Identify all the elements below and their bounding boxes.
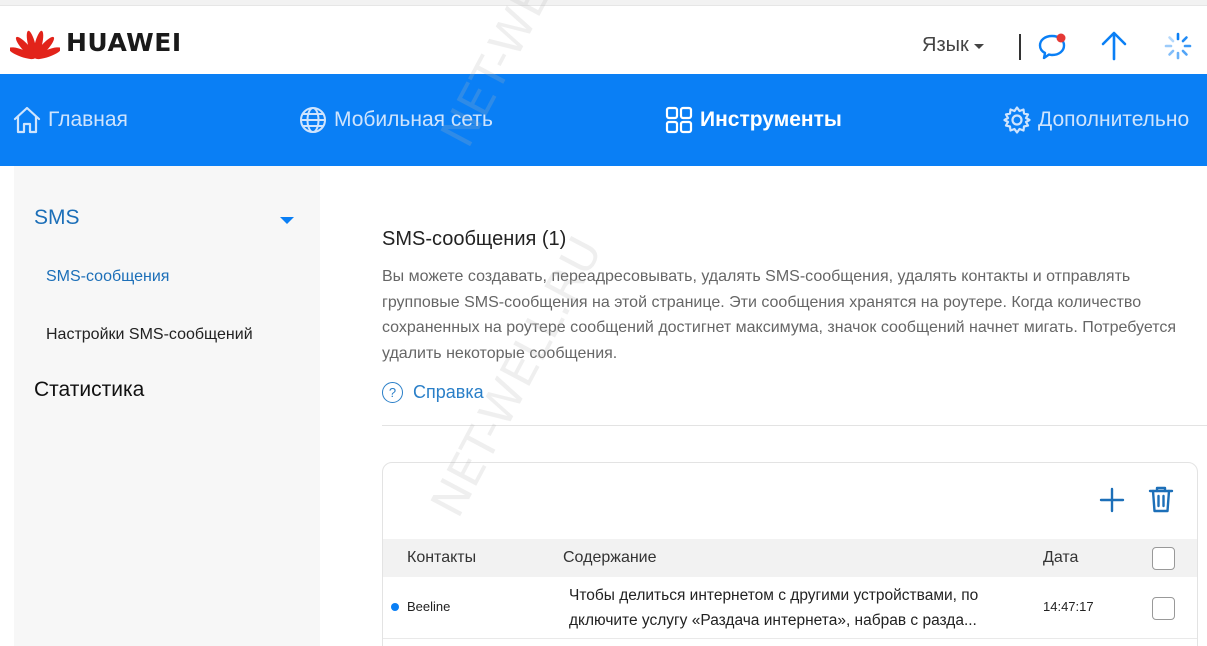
- nav-item-tools[interactable]: Инструменты: [664, 104, 842, 136]
- row-contact: Beeline: [407, 599, 451, 614]
- sidebar-item-sms-settings[interactable]: Настройки SMS-сообщений: [46, 326, 253, 344]
- sidebar-item-sms-messages[interactable]: SMS-сообщения: [46, 268, 169, 286]
- main-content: SMS-сообщения (1) Вы можете создавать, п…: [382, 166, 1207, 646]
- column-header-date[interactable]: Дата: [1043, 549, 1078, 567]
- row-checkbox[interactable]: [1152, 597, 1175, 620]
- row-content-line: Чтобы делиться интернетом с другими устр…: [569, 587, 979, 604]
- page-description: Вы можете создавать, переадресовывать, у…: [382, 268, 1177, 362]
- tools-grid-icon: [665, 106, 693, 134]
- home-icon: [13, 106, 41, 134]
- brand-name: HUAWEI: [66, 27, 182, 57]
- table-row[interactable]: Beeline Чтобы делиться интернетом с друг…: [383, 577, 1197, 639]
- gear-icon: [1003, 106, 1031, 134]
- row-content[interactable]: Чтобы делиться интернетом с другими устр…: [569, 583, 1027, 633]
- question-icon: ?: [382, 382, 403, 403]
- nav-item-label: Дополнительно: [1038, 108, 1190, 131]
- update-button[interactable]: [1098, 30, 1130, 62]
- nav-item-label: Мобильная сеть: [334, 108, 493, 131]
- messages-button[interactable]: [1036, 30, 1068, 62]
- column-header-content[interactable]: Содержание: [563, 549, 657, 567]
- row-content-line: дключите услугу «Раздача интернета», наб…: [569, 612, 977, 629]
- chevron-down-icon[interactable]: [280, 217, 294, 224]
- help-label: Справка: [413, 382, 484, 402]
- chevron-down-icon: [973, 44, 984, 49]
- add-sms-button[interactable]: [1099, 487, 1125, 513]
- column-header-contacts[interactable]: Контакты: [407, 549, 476, 567]
- loading-status: [1162, 30, 1194, 62]
- table-header: Контакты Содержание Дата: [383, 539, 1197, 577]
- nav-item-label: Инструменты: [700, 108, 842, 131]
- unread-dot-icon: [391, 603, 399, 611]
- page-title: SMS-сообщения (1): [382, 228, 567, 250]
- sidebar-group-sms[interactable]: SMS: [34, 206, 80, 230]
- arrow-up-icon: [1101, 31, 1127, 61]
- chat-bubble-icon: [1038, 33, 1066, 60]
- nav-item-mobile-network[interactable]: Мобильная сеть: [298, 104, 493, 136]
- section-divider: [382, 425, 1207, 426]
- loading-spinner-icon: [1164, 32, 1192, 60]
- help-link[interactable]: ? Справка: [382, 382, 484, 403]
- top-header: HUAWEI Язык: [0, 6, 1207, 74]
- select-all-checkbox[interactable]: [1152, 547, 1175, 570]
- language-dropdown[interactable]: Язык: [922, 34, 984, 57]
- sidebar: SMS SMS-сообщения Настройки SMS-сообщени…: [14, 166, 320, 646]
- sidebar-group-statistics[interactable]: Статистика: [34, 378, 144, 402]
- nav-item-home[interactable]: Главная: [12, 104, 128, 136]
- nav-item-advanced[interactable]: Дополнительно: [1002, 104, 1189, 136]
- header-divider: [1019, 34, 1021, 60]
- huawei-flower-icon: [10, 30, 60, 60]
- globe-icon: [300, 107, 326, 133]
- main-navigation: Главная Мобильная сеть Инструменты Допол…: [0, 74, 1207, 166]
- huawei-logo[interactable]: HUAWEI: [10, 22, 182, 62]
- row-time: 14:47:17: [1043, 599, 1094, 614]
- language-label: Язык: [922, 34, 969, 56]
- sms-table-panel: Контакты Содержание Дата Beeline Чтобы д…: [382, 462, 1198, 646]
- delete-sms-button[interactable]: [1148, 485, 1174, 513]
- nav-item-label: Главная: [48, 108, 128, 131]
